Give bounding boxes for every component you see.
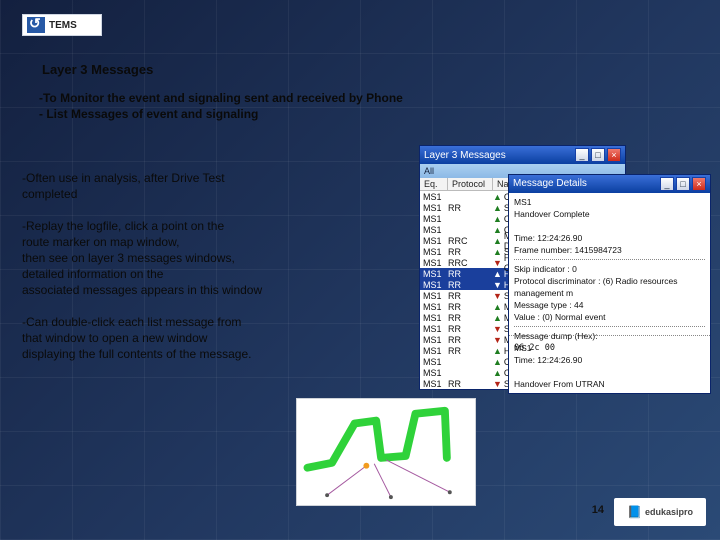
arrow-down-icon: ▼ [493, 291, 502, 301]
cell-eq: MS1 [420, 203, 448, 213]
details-minimize-button[interactable]: _ [660, 177, 674, 191]
divider [514, 326, 705, 327]
body-text: -Often use in analysis, after Drive Test… [22, 170, 417, 362]
cell-eq: MS1 [420, 346, 448, 356]
arrow-up-icon: ▲ [493, 302, 502, 312]
arrow-down-icon: ▼ [493, 280, 502, 290]
details-maximize-button[interactable]: □ [676, 177, 690, 191]
page-title: Layer 3 Messages [42, 62, 153, 77]
cell-eq: MS1 [420, 357, 448, 367]
cell-eq: MS1 [420, 324, 448, 334]
details-top: MS1 Handover Complete Time: 12:24:26.90 … [514, 196, 705, 256]
details-lower: MS1 Time: 12:24:26.90 Handover From UTRA… [509, 332, 710, 393]
cell-protocol: RR [448, 280, 493, 290]
tab-all[interactable]: All [424, 166, 434, 176]
arrow-up-icon: ▲ [493, 192, 502, 202]
cell-protocol: RR [448, 203, 493, 213]
cell-protocol: RRC [448, 236, 493, 246]
arrow-up-icon: ▲ [493, 357, 502, 367]
maximize-button[interactable]: □ [591, 148, 605, 162]
cell-eq: MS1 [420, 214, 448, 224]
arrow-up-icon: ▲ [493, 313, 502, 323]
arrow-up-icon: ▲ [493, 236, 502, 246]
cell-protocol: RRC [448, 258, 493, 268]
tems-logo-icon [27, 17, 45, 33]
edukasipro-text: edukasipro [645, 507, 693, 517]
cell-protocol: RR [448, 346, 493, 356]
arrow-down-icon: ▼ [493, 258, 502, 268]
arrow-up-icon: ▲ [493, 269, 502, 279]
arrow-up-icon: ▲ [493, 368, 502, 378]
edukasipro-logo: edukasipro [614, 498, 706, 526]
cell-eq: MS1 [420, 258, 448, 268]
cell-eq: MS1 [420, 280, 448, 290]
layer3-title: Layer 3 Messages [424, 150, 573, 161]
cell-protocol: RR [448, 291, 493, 301]
cell-protocol: RR [448, 302, 493, 312]
col-eq[interactable]: Eq. [420, 178, 448, 190]
cell-eq: MS1 [420, 291, 448, 301]
cell-eq: MS1 [420, 269, 448, 279]
cell-eq: MS1 [420, 225, 448, 235]
cell-protocol: RR [448, 313, 493, 323]
intro-text: -To Monitor the event and signaling sent… [39, 90, 403, 122]
tems-logo-text: TEMS [49, 20, 77, 31]
cell-eq: MS1 [420, 368, 448, 378]
arrow-up-icon: ▲ [493, 203, 502, 213]
arrow-up-icon: ▲ [493, 214, 502, 224]
cell-eq: MS1 [420, 302, 448, 312]
cell-protocol: RR [448, 379, 493, 389]
minimize-button[interactable]: _ [575, 148, 589, 162]
cell-eq: MS1 [420, 313, 448, 323]
cell-eq: MS1 [420, 379, 448, 389]
details-close-button[interactable]: × [692, 177, 706, 191]
details-bottom: MS1 Time: 12:24:26.90 Handover From UTRA… [509, 339, 710, 393]
message-details-window: Message Details _ □ × MS1 Handover Compl… [508, 174, 711, 394]
details-titlebar[interactable]: Message Details _ □ × [509, 175, 710, 193]
cell-protocol: RR [448, 335, 493, 345]
arrow-up-icon: ▲ [493, 346, 502, 356]
details-mid: Skip indicator : 0 Protocol discriminato… [514, 263, 705, 323]
cell-protocol: RR [448, 324, 493, 334]
tems-logo: TEMS [22, 14, 102, 36]
cell-eq: MS1 [420, 247, 448, 257]
cell-eq: MS1 [420, 192, 448, 202]
arrow-down-icon: ▼ [493, 335, 502, 345]
map-route-svg [297, 399, 475, 505]
close-button[interactable]: × [607, 148, 621, 162]
cell-protocol: RR [448, 269, 493, 279]
cell-eq: MS1 [420, 335, 448, 345]
map-thumbnail [296, 398, 476, 506]
page-number: 14 [592, 504, 604, 516]
arrow-down-icon: ▼ [493, 379, 502, 389]
layer3-titlebar[interactable]: Layer 3 Messages _ □ × [420, 146, 625, 164]
details-title: Message Details [513, 178, 658, 190]
divider [509, 335, 710, 336]
divider [514, 259, 705, 260]
col-protocol[interactable]: Protocol [448, 178, 493, 190]
arrow-down-icon: ▼ [493, 324, 502, 334]
cell-eq: MS1 [420, 236, 448, 246]
cell-protocol: RR [448, 247, 493, 257]
